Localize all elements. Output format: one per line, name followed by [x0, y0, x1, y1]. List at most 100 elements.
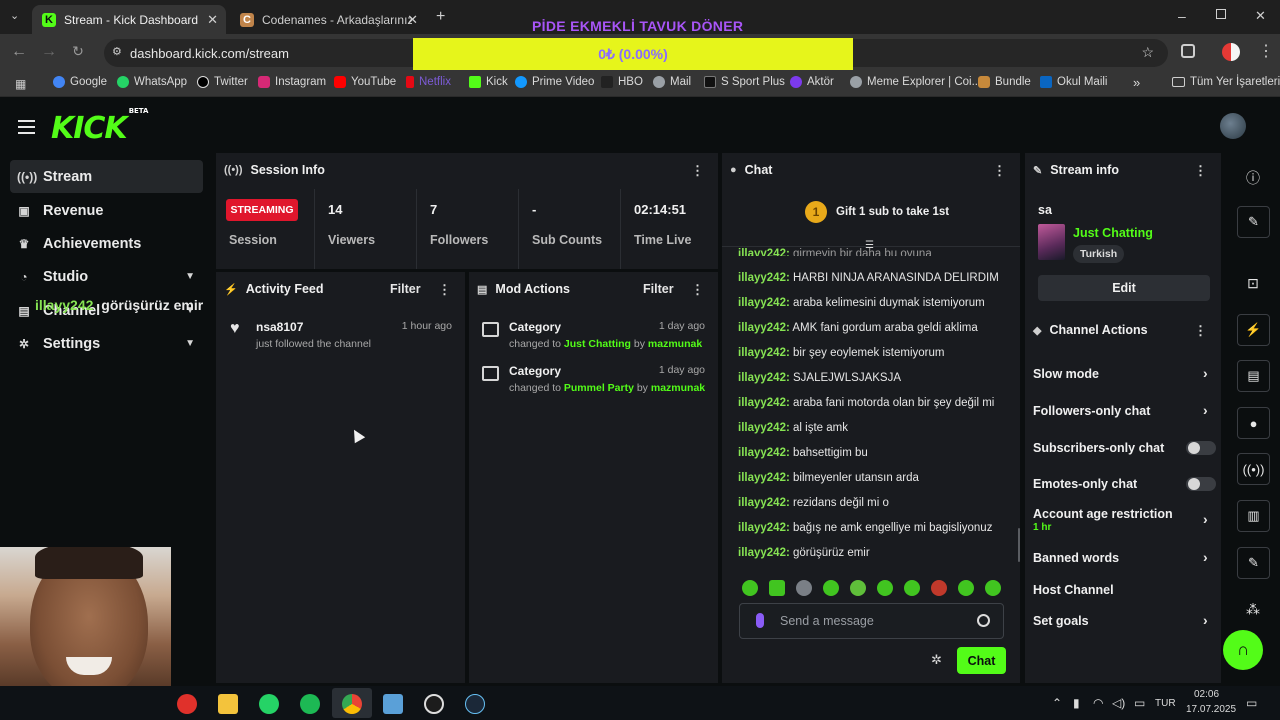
activity-filter-button[interactable]: Filter: [390, 282, 421, 296]
menu-kebab-icon[interactable]: ⋮: [1258, 41, 1274, 61]
chrome-icon[interactable]: [342, 694, 362, 714]
subscribers-only-toggle[interactable]: [1186, 441, 1216, 455]
mod-filter-button[interactable]: Filter: [643, 282, 674, 296]
sidebar-item-stream[interactable]: ((•)) Stream: [10, 160, 203, 193]
edit-stream-info-button[interactable]: Edit: [1038, 275, 1210, 301]
chat-menu-icon[interactable]: ⋮: [993, 163, 1006, 179]
bookmark-kick[interactable]: Kick: [469, 76, 508, 88]
sidebar-item-achievements[interactable]: ♛ Achievements: [10, 227, 203, 260]
emote-icon[interactable]: [769, 580, 785, 596]
battery-icon[interactable]: ▭: [1134, 696, 1145, 710]
emote-icon[interactable]: [958, 580, 974, 596]
new-tab-icon[interactable]: +: [436, 8, 445, 26]
nodes-icon[interactable]: ⁂: [1244, 601, 1262, 618]
account-age-action[interactable]: Account age restriction: [1033, 507, 1173, 521]
apps-grid-icon[interactable]: ▦: [15, 77, 26, 91]
more-bookmarks-icon[interactable]: »: [1133, 75, 1140, 90]
extensions-icon[interactable]: [1181, 44, 1195, 58]
maximize-icon[interactable]: [1216, 9, 1226, 19]
notifications-icon[interactable]: ▭: [1246, 696, 1257, 710]
sidebar-item-settings[interactable]: ✲ Settings ▼: [10, 327, 203, 360]
bookmark-whatsapp[interactable]: WhatsApp: [117, 76, 187, 88]
bookmark-google[interactable]: Google: [53, 76, 107, 88]
chevron-right-icon[interactable]: ›: [1203, 402, 1208, 418]
support-headset-icon[interactable]: ∩: [1223, 630, 1263, 670]
channel-actions-menu-icon[interactable]: ⋮: [1194, 323, 1207, 339]
kick-logo[interactable]: KICK BETA: [51, 107, 148, 146]
category-link[interactable]: Just Chatting: [1073, 226, 1153, 240]
whatsapp-icon[interactable]: [259, 694, 279, 714]
profile-avatar[interactable]: [1222, 43, 1240, 61]
session-menu-icon[interactable]: ⋮: [691, 163, 704, 179]
tab-search-icon[interactable]: ⌄: [10, 9, 19, 22]
edit-pencil-icon[interactable]: ✎: [1237, 206, 1270, 238]
banned-words-action[interactable]: Banned words: [1033, 551, 1119, 565]
bookmark-twitter[interactable]: Twitter: [197, 76, 248, 88]
opera-icon[interactable]: [177, 694, 197, 714]
steam-icon[interactable]: [465, 694, 485, 714]
emoji-picker-icon[interactable]: [977, 614, 990, 627]
volume-icon[interactable]: ◁): [1112, 696, 1125, 710]
set-goals-action[interactable]: Set goals: [1033, 614, 1089, 628]
broadcast-icon[interactable]: ((•)): [1237, 453, 1270, 485]
all-bookmarks-folder[interactable]: Tüm Yer İşaretleri: [1172, 76, 1280, 88]
tab-codenames[interactable]: C Codenames - Arkadaşlarınızla ç ✕: [230, 5, 426, 34]
chat-settings-gear-icon[interactable]: ✲: [931, 652, 942, 668]
clock-date[interactable]: 17.07.2025: [1186, 704, 1236, 715]
bookmark-star-icon[interactable]: ☆: [1141, 44, 1154, 61]
bookmark-instagram[interactable]: Instagram: [258, 76, 326, 88]
microphone-tray-icon[interactable]: ▮: [1073, 696, 1080, 710]
send-chat-button[interactable]: Chat: [957, 647, 1006, 674]
emote-icon[interactable]: [742, 580, 758, 596]
hamburger-menu-icon[interactable]: [18, 120, 35, 138]
emote-icon[interactable]: [931, 580, 947, 596]
close-tab-icon[interactable]: ✕: [407, 12, 418, 28]
gift-sub-promo[interactable]: 1 Gift 1 sub to take 1st: [805, 201, 949, 223]
emote-icon[interactable]: [850, 580, 866, 596]
emote-icon[interactable]: [796, 580, 812, 596]
capture-icon[interactable]: ⊡: [1244, 275, 1262, 292]
followers-only-action[interactable]: Followers-only chat: [1033, 404, 1150, 418]
site-info-icon[interactable]: ⚙: [112, 45, 122, 58]
tab-kick-dashboard[interactable]: K Stream - Kick Dashboard ✕: [32, 5, 226, 34]
forward-icon[interactable]: →: [39, 43, 59, 61]
language-indicator[interactable]: TUR: [1155, 698, 1176, 709]
emote-icon[interactable]: [985, 580, 1001, 596]
sidebar-item-studio[interactable]: ◔ Studio ▼: [10, 260, 203, 293]
wifi-icon[interactable]: ◠: [1093, 696, 1103, 710]
spotify-icon[interactable]: [300, 694, 320, 714]
tray-expand-icon[interactable]: ⌃: [1052, 696, 1062, 710]
bookmark-youtube[interactable]: YouTube: [334, 76, 396, 88]
bookmark-prime-video[interactable]: Prime Video: [515, 76, 594, 88]
chevron-right-icon[interactable]: ›: [1203, 511, 1208, 527]
emote-icon[interactable]: [904, 580, 920, 596]
chat-message-input[interactable]: Send a message: [739, 603, 1004, 639]
activity-menu-icon[interactable]: ⋮: [438, 282, 451, 298]
bookmark-s-sport-plus[interactable]: S Sport Plus: [704, 76, 785, 88]
layout-icon[interactable]: ▥: [1237, 500, 1270, 532]
mod-menu-icon[interactable]: ⋮: [691, 282, 704, 298]
file-explorer-icon[interactable]: [218, 694, 238, 714]
bookmark-mail[interactable]: Mail: [653, 76, 691, 88]
emotes-only-toggle[interactable]: [1186, 477, 1216, 491]
emote-icon[interactable]: [823, 580, 839, 596]
host-channel-action[interactable]: Host Channel: [1033, 583, 1114, 597]
slow-mode-action[interactable]: Slow mode: [1033, 367, 1099, 381]
chevron-right-icon[interactable]: ›: [1203, 549, 1208, 565]
bookmark-netflix[interactable]: Netflix: [406, 76, 451, 88]
emote-icon[interactable]: [877, 580, 893, 596]
user-avatar[interactable]: [1220, 113, 1246, 139]
bookmark-bundle[interactable]: Bundle: [978, 76, 1031, 88]
bookmark-okul-maili[interactable]: Okul Maili: [1040, 76, 1107, 88]
back-icon[interactable]: ←: [9, 43, 29, 61]
stream-info-menu-icon[interactable]: ⋮: [1194, 163, 1207, 179]
bookmark-hbo[interactable]: HBO: [601, 76, 643, 88]
chevron-right-icon[interactable]: ›: [1203, 365, 1208, 381]
obs-icon[interactable]: [424, 694, 444, 714]
reload-icon[interactable]: ↻: [68, 43, 88, 60]
app-icon[interactable]: [383, 694, 403, 714]
sidebar-item-revenue[interactable]: ▣ Revenue: [10, 194, 203, 227]
bookmark-aktor[interactable]: Aktör: [790, 76, 834, 88]
close-tab-icon[interactable]: ✕: [207, 12, 218, 28]
notes-icon[interactable]: ▤: [1237, 360, 1270, 392]
